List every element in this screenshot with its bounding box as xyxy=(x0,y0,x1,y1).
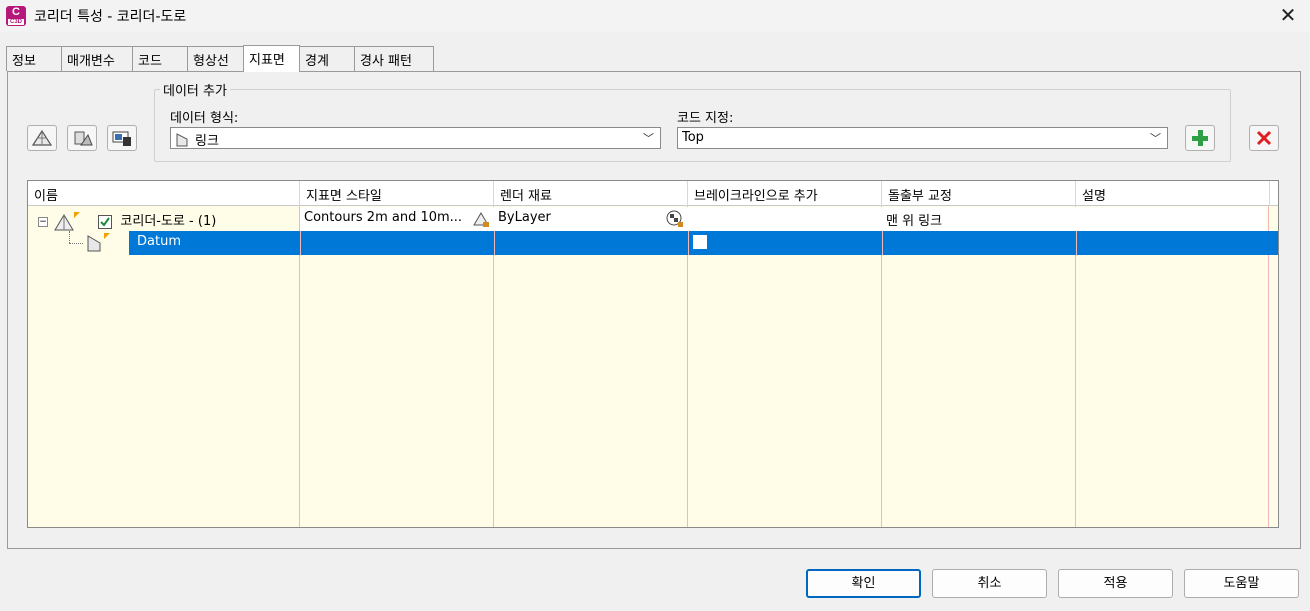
link-surface-button[interactable] xyxy=(107,125,137,151)
link-type-icon xyxy=(176,133,188,147)
tree-line xyxy=(69,231,70,243)
data-type-value: 링크 xyxy=(195,134,219,149)
tab-slope-patterns[interactable]: 경사 패턴 xyxy=(354,46,434,71)
render-material-cell[interactable]: ByLayer xyxy=(494,207,688,231)
tab-info[interactable]: 정보 xyxy=(6,46,62,71)
name-cell[interactable]: Datum xyxy=(129,231,300,255)
chevron-down-icon: ﹀ xyxy=(643,132,654,145)
tree-indent xyxy=(28,231,129,255)
description-cell[interactable] xyxy=(1076,231,1278,255)
ok-button[interactable]: 확인 xyxy=(806,569,921,598)
surface-name: 코리더-도로 - (1) xyxy=(120,214,217,229)
render-material-value: ByLayer xyxy=(498,210,551,225)
add-as-breakline-checkbox[interactable] xyxy=(693,234,707,249)
col-header-render-material[interactable]: 렌더 재료 xyxy=(494,181,688,206)
civil3d-app-icon: C C3D xyxy=(6,6,26,26)
surface-style-cell[interactable] xyxy=(300,231,494,255)
surface-style-icon xyxy=(74,131,93,146)
grid-header: 이름 지표면 스타일 렌더 재료 브레이크라인으로 추가 돌출부 교정 설명 xyxy=(28,181,1278,206)
render-material-cell[interactable] xyxy=(494,231,688,255)
chevron-down-icon: ﹀ xyxy=(1150,132,1161,145)
material-icon[interactable] xyxy=(666,210,684,228)
code-select[interactable]: Top ﹀ xyxy=(677,127,1168,149)
col-header-description[interactable]: 설명 xyxy=(1076,181,1270,206)
monitor-surface-icon xyxy=(112,131,131,146)
surface-style-value: Contours 2m and 10m... xyxy=(304,210,463,225)
collapse-icon[interactable]: − xyxy=(38,216,48,227)
checkmark-icon xyxy=(100,216,111,227)
tab-boundaries[interactable]: 경계 xyxy=(299,46,355,71)
description-cell[interactable] xyxy=(1076,207,1268,231)
surface-style-button[interactable] xyxy=(67,125,97,151)
surface-enabled-checkbox[interactable] xyxy=(98,214,113,229)
col-header-add-as-breakline[interactable]: 브레이크라인으로 추가 xyxy=(688,181,882,206)
col-header-surface-style[interactable]: 지표면 스타일 xyxy=(300,181,494,206)
tab-codes[interactable]: 코드 xyxy=(132,46,188,71)
surface-style-cell[interactable]: Contours 2m and 10m... xyxy=(300,207,494,231)
code-value: Top xyxy=(682,130,704,145)
style-edit-icon[interactable] xyxy=(472,210,490,228)
tree-line xyxy=(69,243,83,244)
add-button[interactable] xyxy=(1185,125,1215,151)
link-icon xyxy=(87,233,110,252)
overhang-correction-cell[interactable]: 맨 위 링크 xyxy=(882,207,1076,231)
apply-button[interactable]: 적용 xyxy=(1058,569,1173,598)
breakline-cell[interactable] xyxy=(688,231,882,255)
name-cell[interactable]: − 코리더-도로 - (1) xyxy=(28,207,300,231)
surfaces-grid[interactable]: 이름 지표면 스타일 렌더 재료 브레이크라인으로 추가 돌출부 교정 설명 −… xyxy=(27,180,1279,528)
table-row-selected[interactable]: Datum xyxy=(28,231,1278,255)
code-label: 코드 지정: xyxy=(677,111,734,126)
tab-parameters[interactable]: 매개변수 xyxy=(61,46,133,71)
col-header-name[interactable]: 이름 xyxy=(28,181,300,206)
cancel-button[interactable]: 취소 xyxy=(932,569,1047,598)
data-type-label: 데이터 형식: xyxy=(170,111,239,126)
plus-icon xyxy=(1192,130,1208,146)
corridor-surface-icon xyxy=(54,211,81,230)
remove-button[interactable] xyxy=(1249,125,1279,151)
breakline-cell[interactable] xyxy=(688,207,882,231)
help-button[interactable]: 도움말 xyxy=(1184,569,1299,598)
tab-surfaces[interactable]: 지표면 xyxy=(243,45,300,72)
add-data-group-title: 데이터 추가 xyxy=(160,80,230,99)
surface-icon xyxy=(31,129,53,146)
table-row[interactable]: − 코리더-도로 - (1) Contours 2m and 10m... By… xyxy=(28,207,1278,231)
title-bar: C C3D 코리더 특성 - 코리더-도로 ✕ xyxy=(0,0,1310,32)
window-title: 코리더 특성 - 코리더-도로 xyxy=(34,9,187,25)
data-type-select[interactable]: 링크 ﹀ xyxy=(170,127,661,149)
overhang-correction-cell[interactable] xyxy=(882,231,1076,255)
create-surface-button[interactable] xyxy=(27,125,57,151)
col-header-overhang-correction[interactable]: 돌출부 교정 xyxy=(882,181,1076,206)
tab-feature-lines[interactable]: 형상선 xyxy=(187,46,244,71)
close-icon[interactable]: ✕ xyxy=(1276,4,1300,28)
delete-x-icon xyxy=(1256,130,1272,146)
